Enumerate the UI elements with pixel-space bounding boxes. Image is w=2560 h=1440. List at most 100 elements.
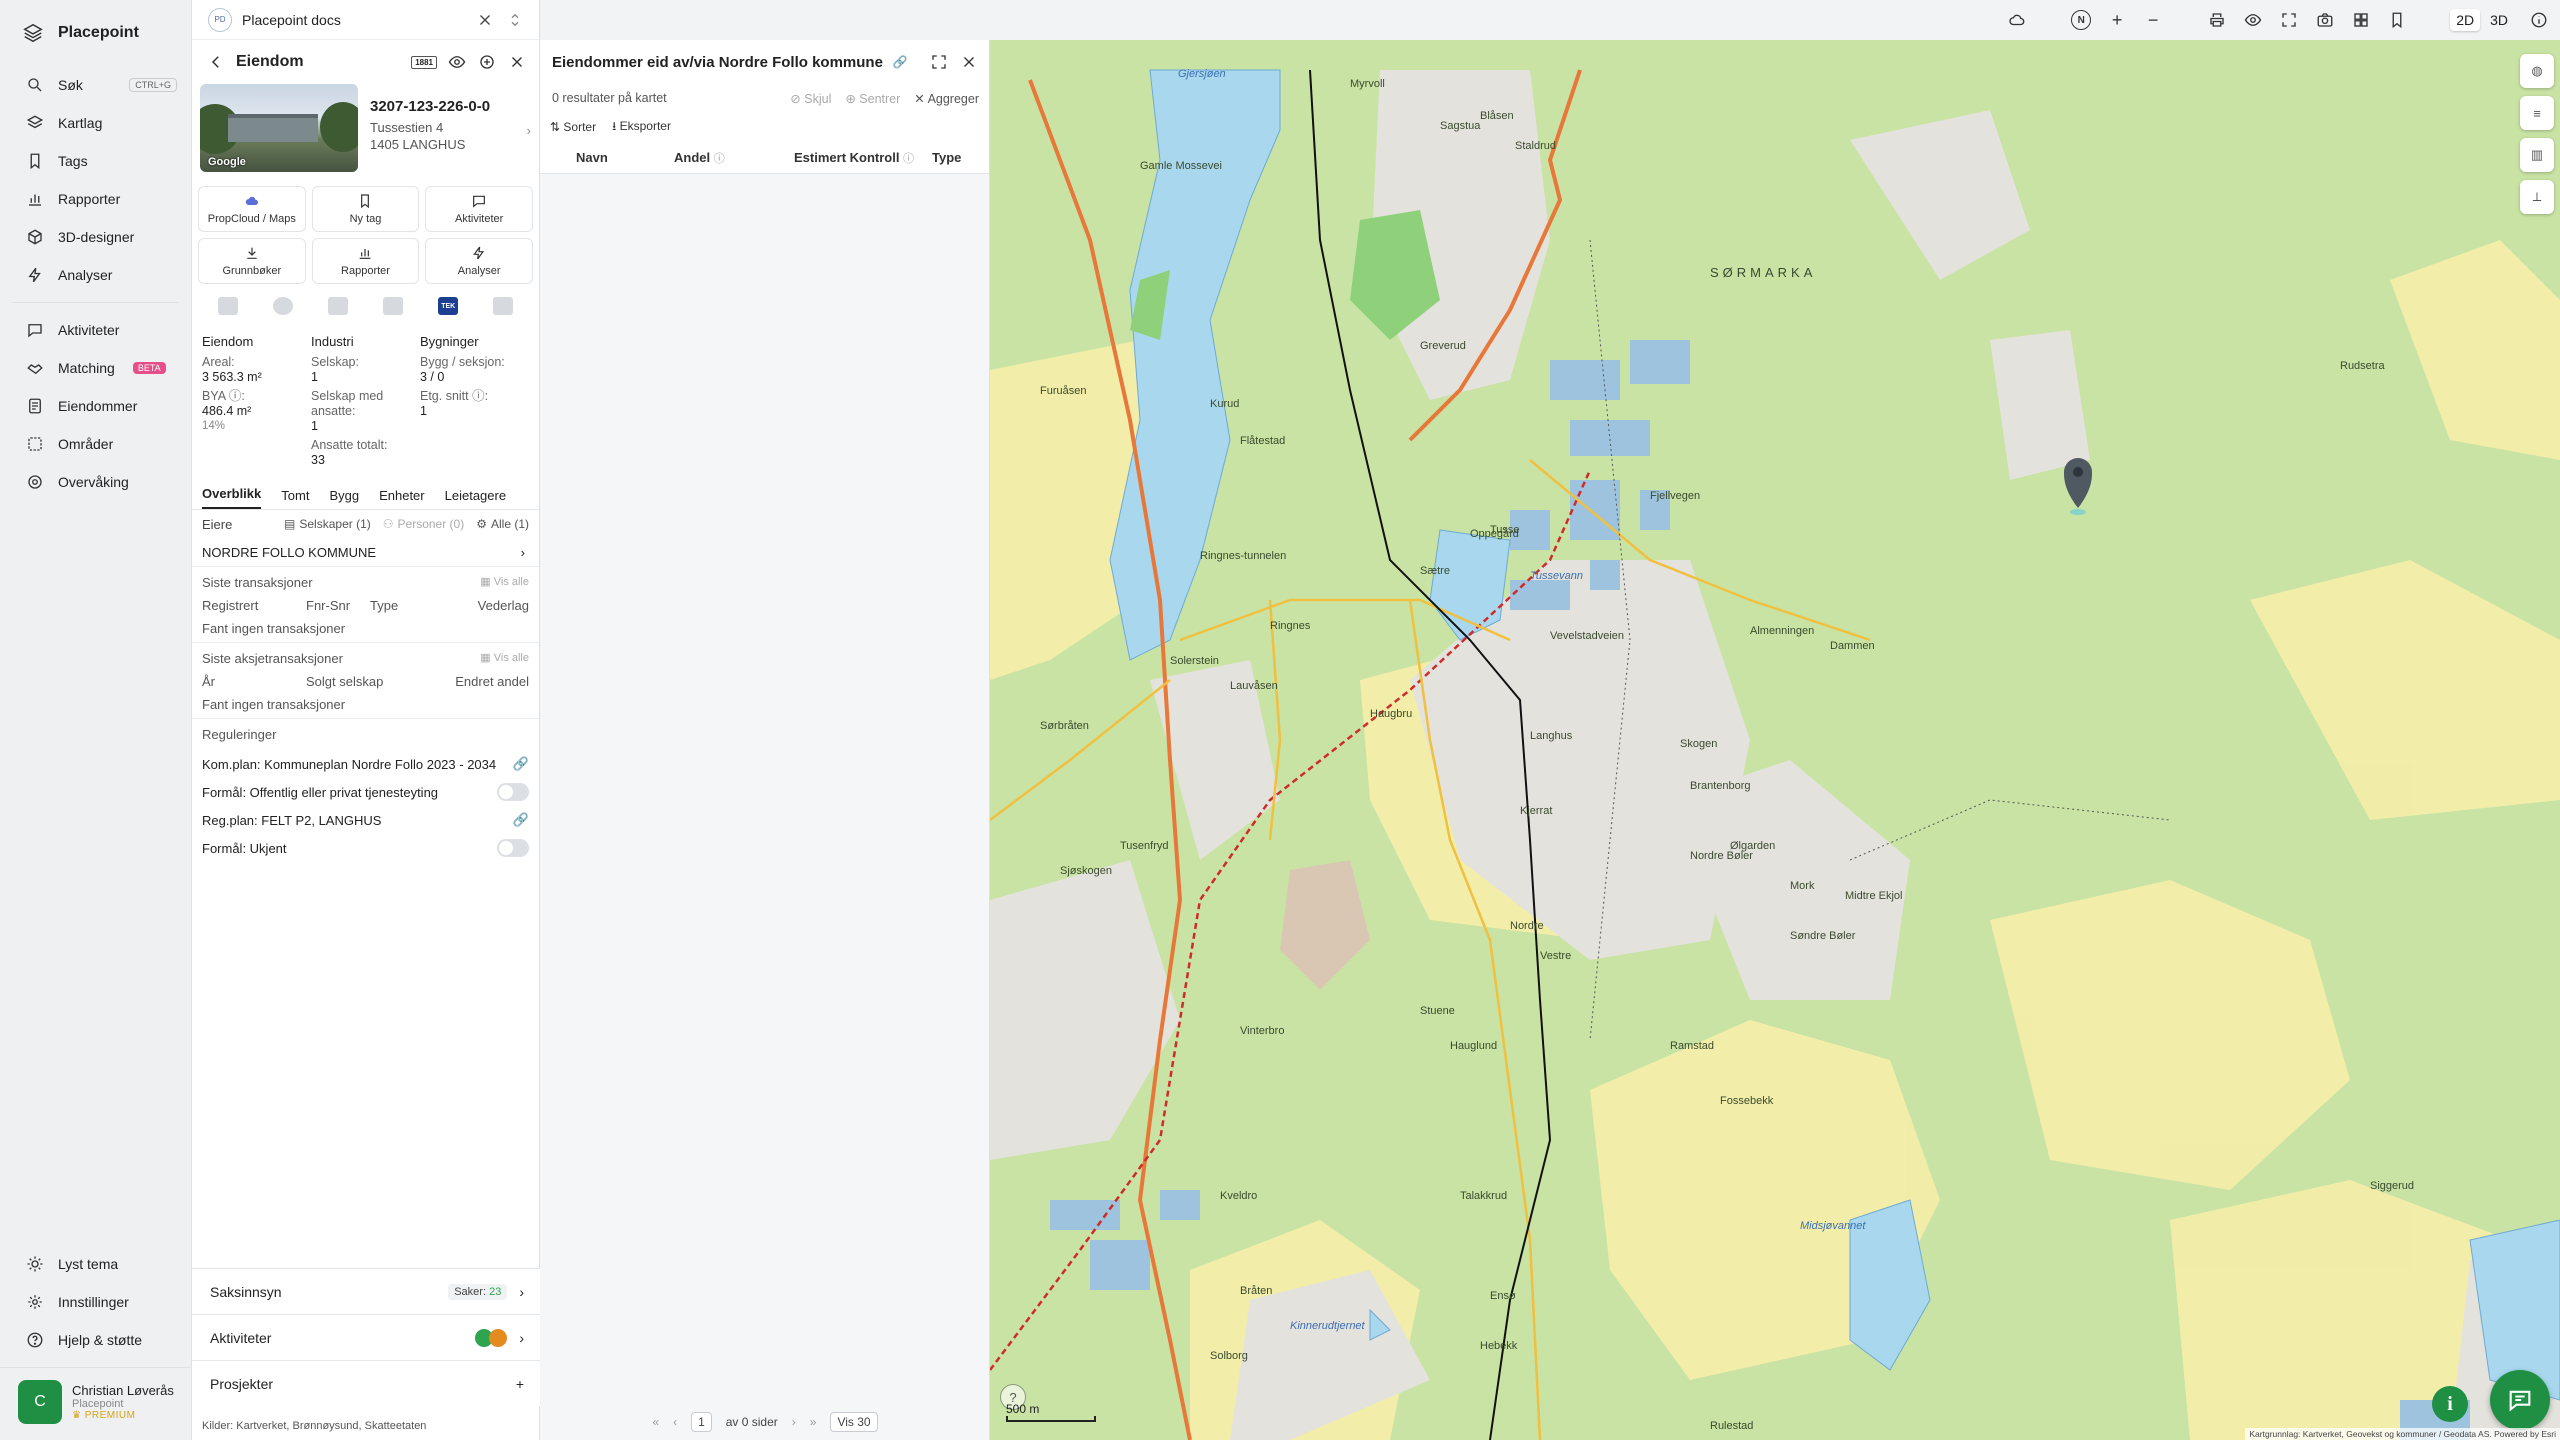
- last-page-icon[interactable]: »: [810, 1415, 817, 1429]
- filter-companies[interactable]: ▤ Selskaper (1): [284, 517, 371, 531]
- mode-2d-button[interactable]: 2D: [2450, 9, 2481, 31]
- tab-bygg[interactable]: Bygg: [329, 488, 359, 509]
- page-select[interactable]: 1: [691, 1412, 712, 1432]
- statistics-button[interactable]: ▥: [2520, 138, 2554, 172]
- filter-all[interactable]: ⚙ Alle (1): [476, 517, 529, 531]
- link-icon[interactable]: 🔗: [513, 812, 529, 828]
- eye-icon[interactable]: [2242, 9, 2264, 31]
- grid-icon[interactable]: [2350, 9, 2372, 31]
- basemap-button[interactable]: ◍: [2520, 54, 2554, 88]
- fullscreen-icon[interactable]: [2278, 9, 2300, 31]
- new-tag-button[interactable]: Ny tag: [311, 186, 420, 232]
- nav-item-settings[interactable]: Innstillinger: [0, 1283, 192, 1321]
- nav-item-eiendommer[interactable]: Eiendommer: [0, 387, 191, 425]
- sidebar-bottom: Lyst tema Innstillinger Hjelp & støtte C…: [0, 1245, 192, 1440]
- center-button[interactable]: ⊕ Sentrer: [845, 91, 900, 106]
- column-header-navn[interactable]: Navn: [540, 150, 660, 165]
- hide-button[interactable]: ⊘ Skjul: [790, 91, 831, 106]
- first-page-icon[interactable]: «: [652, 1415, 659, 1429]
- tab-tomt[interactable]: Tomt: [281, 488, 309, 509]
- analyses-button[interactable]: Analyser: [425, 238, 533, 284]
- grunnboker-button[interactable]: Grunnbøker: [198, 238, 306, 284]
- chevron-right-icon[interactable]: ›: [527, 123, 531, 138]
- docs-title[interactable]: Placepoint docs: [242, 12, 341, 28]
- mode-3d-button[interactable]: 3D: [2484, 9, 2514, 31]
- close-icon[interactable]: [475, 10, 495, 30]
- nav-item-tags[interactable]: Tags: [0, 142, 191, 180]
- info-icon[interactable]: i: [2432, 1386, 2468, 1422]
- column-header-type[interactable]: Type: [920, 150, 961, 165]
- measure-button[interactable]: ⟂: [2520, 180, 2554, 214]
- eye-icon[interactable]: [447, 52, 467, 72]
- camera-icon[interactable]: [2314, 9, 2336, 31]
- nav-item-rapporter[interactable]: Rapporter: [0, 180, 191, 218]
- owner-row[interactable]: NORDRE FOLLO KOMMUNE ›: [192, 538, 539, 566]
- aggregate-button[interactable]: ✕ Aggreger: [914, 91, 979, 106]
- source-link[interactable]: Kartverket,: [236, 1420, 289, 1432]
- export-button[interactable]: ⭳ Eksporter: [612, 117, 671, 138]
- tek-source-icon[interactable]: TEK: [438, 297, 459, 315]
- next-page-icon[interactable]: ›: [792, 1415, 796, 1429]
- chat-button[interactable]: [2490, 1370, 2550, 1430]
- view-all-link[interactable]: ▦ Vis alle: [480, 575, 529, 590]
- plus-icon[interactable]: +: [516, 1376, 524, 1392]
- user-profile[interactable]: C Christian Løverås Placepoint ♛ PREMIUM: [0, 1367, 192, 1440]
- column-header-andel[interactable]: Andel ⓘ: [660, 150, 780, 166]
- sort-button[interactable]: ⇅ Sorter: [550, 120, 596, 134]
- map-canvas[interactable]: Gjersjøen Gamle Mossevei Myrvoll Sagstua Blå…: [990, 40, 2560, 1440]
- back-chevron-icon[interactable]: [206, 52, 226, 72]
- link-icon[interactable]: 🔗: [893, 55, 908, 69]
- property-card[interactable]: Google 3207-123-226-0-0 Tussestien 4 140…: [192, 84, 539, 176]
- activities-button[interactable]: Aktiviteter: [425, 186, 533, 232]
- close-icon[interactable]: [507, 52, 527, 72]
- grid-source-icon[interactable]: [217, 297, 238, 315]
- badge-1881-icon[interactable]: 1881: [411, 55, 437, 69]
- aktiviteter-row[interactable]: Aktiviteter ›: [192, 1314, 540, 1360]
- prev-page-icon[interactable]: ‹: [673, 1415, 677, 1429]
- tab-overblikk[interactable]: Overblikk: [202, 486, 262, 509]
- filter-persons[interactable]: ⚇ Personer (0): [383, 517, 464, 531]
- nav-item-light-theme[interactable]: Lyst tema: [0, 1245, 192, 1283]
- propcloud-button[interactable]: PropCloud / Maps: [198, 186, 306, 232]
- info-icon[interactable]: [2528, 9, 2550, 31]
- tab-enheter[interactable]: Enheter: [379, 488, 425, 509]
- weather-icon[interactable]: [2006, 9, 2028, 31]
- reports-button[interactable]: Rapporter: [311, 238, 420, 284]
- nav-item-overvaking[interactable]: Overvåking: [0, 463, 191, 501]
- nav-item-aktiviteter[interactable]: Aktiviteter: [0, 311, 191, 349]
- saksinnsyn-row[interactable]: Saksinnsyn Saker: 23 ›: [192, 1268, 540, 1314]
- home-source-icon[interactable]: [493, 297, 514, 315]
- nav-item-kartlag[interactable]: Kartlag: [0, 104, 191, 142]
- streetview-photo[interactable]: Google: [200, 84, 358, 172]
- nav-item-3d-designer[interactable]: 3D-designer: [0, 218, 191, 256]
- plant-source-icon[interactable]: [327, 297, 348, 315]
- nav-item-help[interactable]: Hjelp & støtte: [0, 1321, 192, 1359]
- nav-item-search[interactable]: Søk CTRL+G: [0, 66, 191, 104]
- nav-item-matching[interactable]: Matching BETA: [0, 349, 191, 387]
- source-link[interactable]: Skatteetaten: [365, 1420, 427, 1432]
- expand-collapse-icon[interactable]: [505, 10, 525, 30]
- fullscreen-icon[interactable]: [929, 52, 949, 72]
- layers-button[interactable]: ≡: [2520, 96, 2554, 130]
- bookmark-icon[interactable]: [2386, 9, 2408, 31]
- app-brand[interactable]: Placepoint: [0, 0, 191, 66]
- add-circle-icon[interactable]: [477, 52, 497, 72]
- globe-source-icon[interactable]: [272, 297, 293, 315]
- layer-toggle[interactable]: [497, 783, 529, 801]
- layer-toggle[interactable]: [497, 839, 529, 857]
- zoom-out-icon[interactable]: −: [2142, 9, 2164, 31]
- tab-leietagere[interactable]: Leietagere: [445, 488, 506, 509]
- source-link[interactable]: Brønnøysund,: [293, 1420, 362, 1432]
- nav-item-omrader[interactable]: Områder: [0, 425, 191, 463]
- link-icon[interactable]: 🔗: [513, 756, 529, 772]
- column-header-kontroll[interactable]: Estimert Kontroll ⓘ: [780, 150, 920, 166]
- chart-source-icon[interactable]: [383, 297, 404, 315]
- print-icon[interactable]: [2206, 9, 2228, 31]
- zoom-in-icon[interactable]: +: [2106, 9, 2128, 31]
- view-all-link[interactable]: ▦ Vis alle: [480, 651, 529, 666]
- nav-item-analyser[interactable]: Analyser: [0, 256, 191, 294]
- per-page-select[interactable]: Vis 30: [830, 1412, 878, 1432]
- prosjekter-row[interactable]: Prosjekter +: [192, 1360, 540, 1406]
- close-icon[interactable]: [959, 52, 979, 72]
- compass-north-icon[interactable]: N: [2070, 9, 2092, 31]
